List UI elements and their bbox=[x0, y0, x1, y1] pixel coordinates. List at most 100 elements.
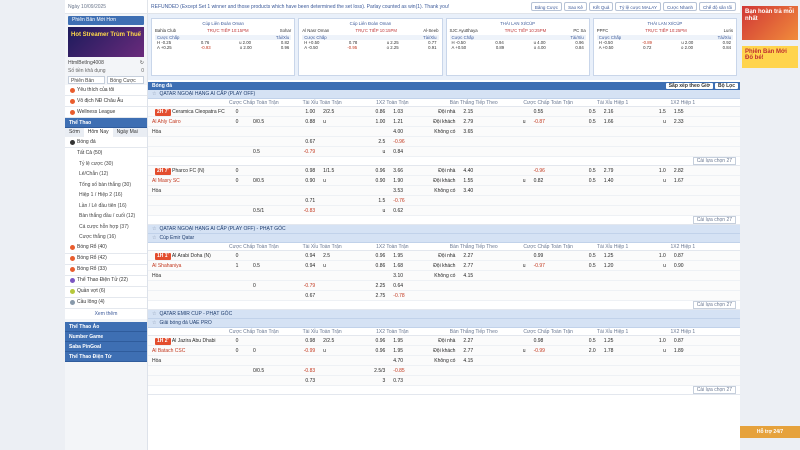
odds-value[interactable]: u bbox=[663, 117, 666, 126]
odds-value[interactable]: -0.79 bbox=[304, 281, 315, 290]
odds-value[interactable]: -0.96 bbox=[534, 166, 545, 175]
odds-value[interactable]: 0.86 bbox=[376, 261, 386, 270]
odds-value[interactable]: 0.71 bbox=[305, 196, 315, 205]
odds-value[interactable]: -0.76 bbox=[393, 196, 404, 205]
quick-bet-toggle[interactable]: Cược Nhanh bbox=[662, 2, 697, 11]
league-star-icon[interactable]: ☆ bbox=[152, 310, 156, 319]
odds-value[interactable]: 1.89 bbox=[674, 346, 684, 355]
football-sub-item[interactable]: Lần / Lẻ đầu tiên (16) bbox=[65, 200, 147, 211]
sort-select[interactable]: Sắp xếp theo Giờ bbox=[665, 83, 714, 89]
support-chat-button[interactable]: Hỗ trợ 24/7 bbox=[740, 426, 800, 438]
dark-mode-toggle[interactable]: Chế độ sân tối bbox=[698, 2, 736, 11]
team-cell[interactable]: Hòa bbox=[148, 186, 225, 195]
odds-value[interactable]: Đội nhà bbox=[438, 166, 455, 175]
card-odd[interactable]: o 4.00 bbox=[534, 45, 546, 50]
odds-value[interactable]: 3.40 bbox=[463, 186, 473, 195]
odds-value[interactable]: 0.90 bbox=[674, 261, 684, 270]
odds-value[interactable]: 1.03 bbox=[393, 107, 403, 116]
team-cell[interactable]: Hòa bbox=[148, 356, 225, 365]
refresh-icon[interactable]: ↻ bbox=[140, 59, 144, 67]
football-sub-item[interactable]: Hiệp 1 / Hiệp 2 (16) bbox=[65, 190, 147, 201]
odds-value[interactable]: -0.79 bbox=[304, 147, 315, 156]
odds-value[interactable]: 0.96 bbox=[376, 166, 386, 175]
league-star-icon[interactable]: ☆ bbox=[152, 319, 156, 328]
sidebar-item-sport[interactable]: Bóng Rổ (33) bbox=[65, 264, 147, 276]
odds-value[interactable]: 0.94 bbox=[305, 251, 315, 260]
odds-value[interactable]: 0.5 bbox=[589, 107, 596, 116]
league-star-icon[interactable]: ☆ bbox=[152, 90, 156, 99]
odds-value[interactable]: 2.33 bbox=[674, 117, 684, 126]
odds-value[interactable]: 0.87 bbox=[674, 336, 684, 345]
odds-value[interactable]: -0.85 bbox=[393, 366, 404, 375]
odds-value[interactable]: u bbox=[323, 117, 326, 126]
odds-value[interactable]: 4.15 bbox=[463, 356, 473, 365]
odds-value[interactable]: 2.27 bbox=[463, 251, 473, 260]
odds-value[interactable]: 1.5 bbox=[378, 196, 385, 205]
odds-value[interactable]: Không có bbox=[434, 186, 455, 195]
odds-value[interactable]: 2.79 bbox=[463, 117, 473, 126]
sidebar-item-sport[interactable]: Thể Thao Điện Tử (22) bbox=[65, 275, 147, 287]
card-odd[interactable]: 0.91 bbox=[428, 45, 436, 50]
odds-value[interactable]: Đội khách bbox=[433, 346, 455, 355]
more-bets-button[interactable]: Cài lựa chọn 27 bbox=[692, 386, 736, 394]
card-odd[interactable]: o 2.00 bbox=[681, 45, 693, 50]
odds-value[interactable]: 2.5 bbox=[323, 251, 330, 260]
new-version-button[interactable]: Phiên Bản Mới Hơn bbox=[68, 16, 144, 25]
team-cell[interactable]: Al Ahly Cairo bbox=[148, 117, 225, 126]
odds-value[interactable]: 4.40 bbox=[463, 166, 473, 175]
odds-value[interactable]: 1.25 bbox=[604, 336, 614, 345]
odds-value[interactable]: 0.87 bbox=[674, 251, 684, 260]
more-bets-button[interactable]: Cài lựa chọn 27 bbox=[692, 301, 736, 309]
sidebar-item-favorites[interactable]: Yêu thích của tôi bbox=[65, 85, 147, 96]
odds-type-select[interactable]: Tỷ lệ cược MALAY bbox=[615, 2, 661, 11]
odds-value[interactable]: 1.5 bbox=[659, 107, 666, 116]
football-sub-item[interactable]: Tổng số bàn thắng (30) bbox=[65, 179, 147, 190]
filter-button[interactable]: Bộ Lọc bbox=[715, 83, 738, 89]
odds-value[interactable]: -0.87 bbox=[534, 117, 545, 126]
streamer-banner[interactable]: Hot Streamer Trùm Thuế bbox=[68, 27, 144, 57]
league-row[interactable]: ☆ QATAR EMIR CUP - PHẠT GÓC bbox=[148, 310, 740, 319]
odds-value[interactable]: 2/2.5 bbox=[323, 107, 334, 116]
odds-value[interactable]: 0.67 bbox=[305, 137, 315, 146]
football-sub-item[interactable]: Bàn thắng đầu / cuối (12) bbox=[65, 211, 147, 222]
football-sub-item[interactable]: Lẻ/Chẵn (12) bbox=[65, 169, 147, 180]
odds-value[interactable]: 2.27 bbox=[463, 336, 473, 345]
card-odd[interactable]: 0.72 bbox=[643, 45, 651, 50]
odds-value[interactable]: Đội khách bbox=[433, 117, 455, 126]
announcement-marquee[interactable]: REFUNDED (Except Set 1 winner and those … bbox=[148, 0, 531, 14]
odds-value[interactable]: 0.90 bbox=[376, 176, 386, 185]
sidebar-head-pingoal[interactable]: Saba PinGoal bbox=[65, 342, 147, 352]
bet-view-select[interactable]: Bóng Cược bbox=[107, 76, 144, 84]
odds-value[interactable]: 0.94 bbox=[305, 261, 315, 270]
odds-value[interactable]: 1.0 bbox=[659, 251, 666, 260]
odds-value[interactable]: 0.55 bbox=[534, 107, 544, 116]
odds-value[interactable]: 1.66 bbox=[604, 117, 614, 126]
card-odd[interactable]: A +0.25 bbox=[157, 45, 172, 50]
match-card[interactable]: THÁI LAN XI/CÚP SJC Ayutthaya TRỰC TIẾP 10… bbox=[445, 18, 590, 76]
odds-value[interactable]: 1.55 bbox=[463, 176, 473, 185]
odds-value[interactable]: 2.5 bbox=[378, 137, 385, 146]
odds-value[interactable]: Không có bbox=[434, 127, 455, 136]
odds-value[interactable]: u bbox=[663, 261, 666, 270]
football-sub-item[interactable]: Tất Cả (50) bbox=[65, 148, 147, 159]
match-card[interactable]: Cúp Liên Đoàn Oman Al Nasr Oman TRỰC TIẾP … bbox=[298, 18, 443, 76]
odds-value[interactable]: u bbox=[383, 147, 386, 156]
league-row[interactable]: ☆ Giải bóng đá UAE PRO bbox=[148, 319, 740, 328]
odds-value[interactable]: Đội nhà bbox=[438, 251, 455, 260]
odds-value[interactable]: u bbox=[523, 117, 526, 126]
odds-value[interactable]: 0/0.5 bbox=[253, 366, 264, 375]
card-odd[interactable]: A -0.50 bbox=[304, 45, 318, 50]
promo-banner-secondary[interactable]: Phiên Bản Mới Đổ bé! bbox=[742, 46, 798, 68]
card-odd[interactable]: o 2.25 bbox=[387, 45, 399, 50]
odds-value[interactable]: Không có bbox=[434, 271, 455, 280]
odds-value[interactable]: 1/1.5 bbox=[323, 166, 334, 175]
team-cell[interactable]: Al Batach CSC bbox=[148, 346, 225, 355]
odds-value[interactable]: 0.82 bbox=[534, 176, 544, 185]
odds-value[interactable]: 1.95 bbox=[393, 336, 403, 345]
match-card[interactable]: THÁI LAN XI/CÚP PPFC TRỰC TIẾP 10:25PM Luri… bbox=[592, 18, 737, 76]
sidebar-item-sport[interactable]: Bóng Rổ (42) bbox=[65, 253, 147, 265]
odds-value[interactable]: Đội nhà bbox=[438, 107, 455, 116]
odds-value[interactable]: -0.83 bbox=[304, 206, 315, 215]
card-odd[interactable]: A +0.50 bbox=[599, 45, 614, 50]
odds-value[interactable]: 0/0.5 bbox=[253, 117, 264, 126]
